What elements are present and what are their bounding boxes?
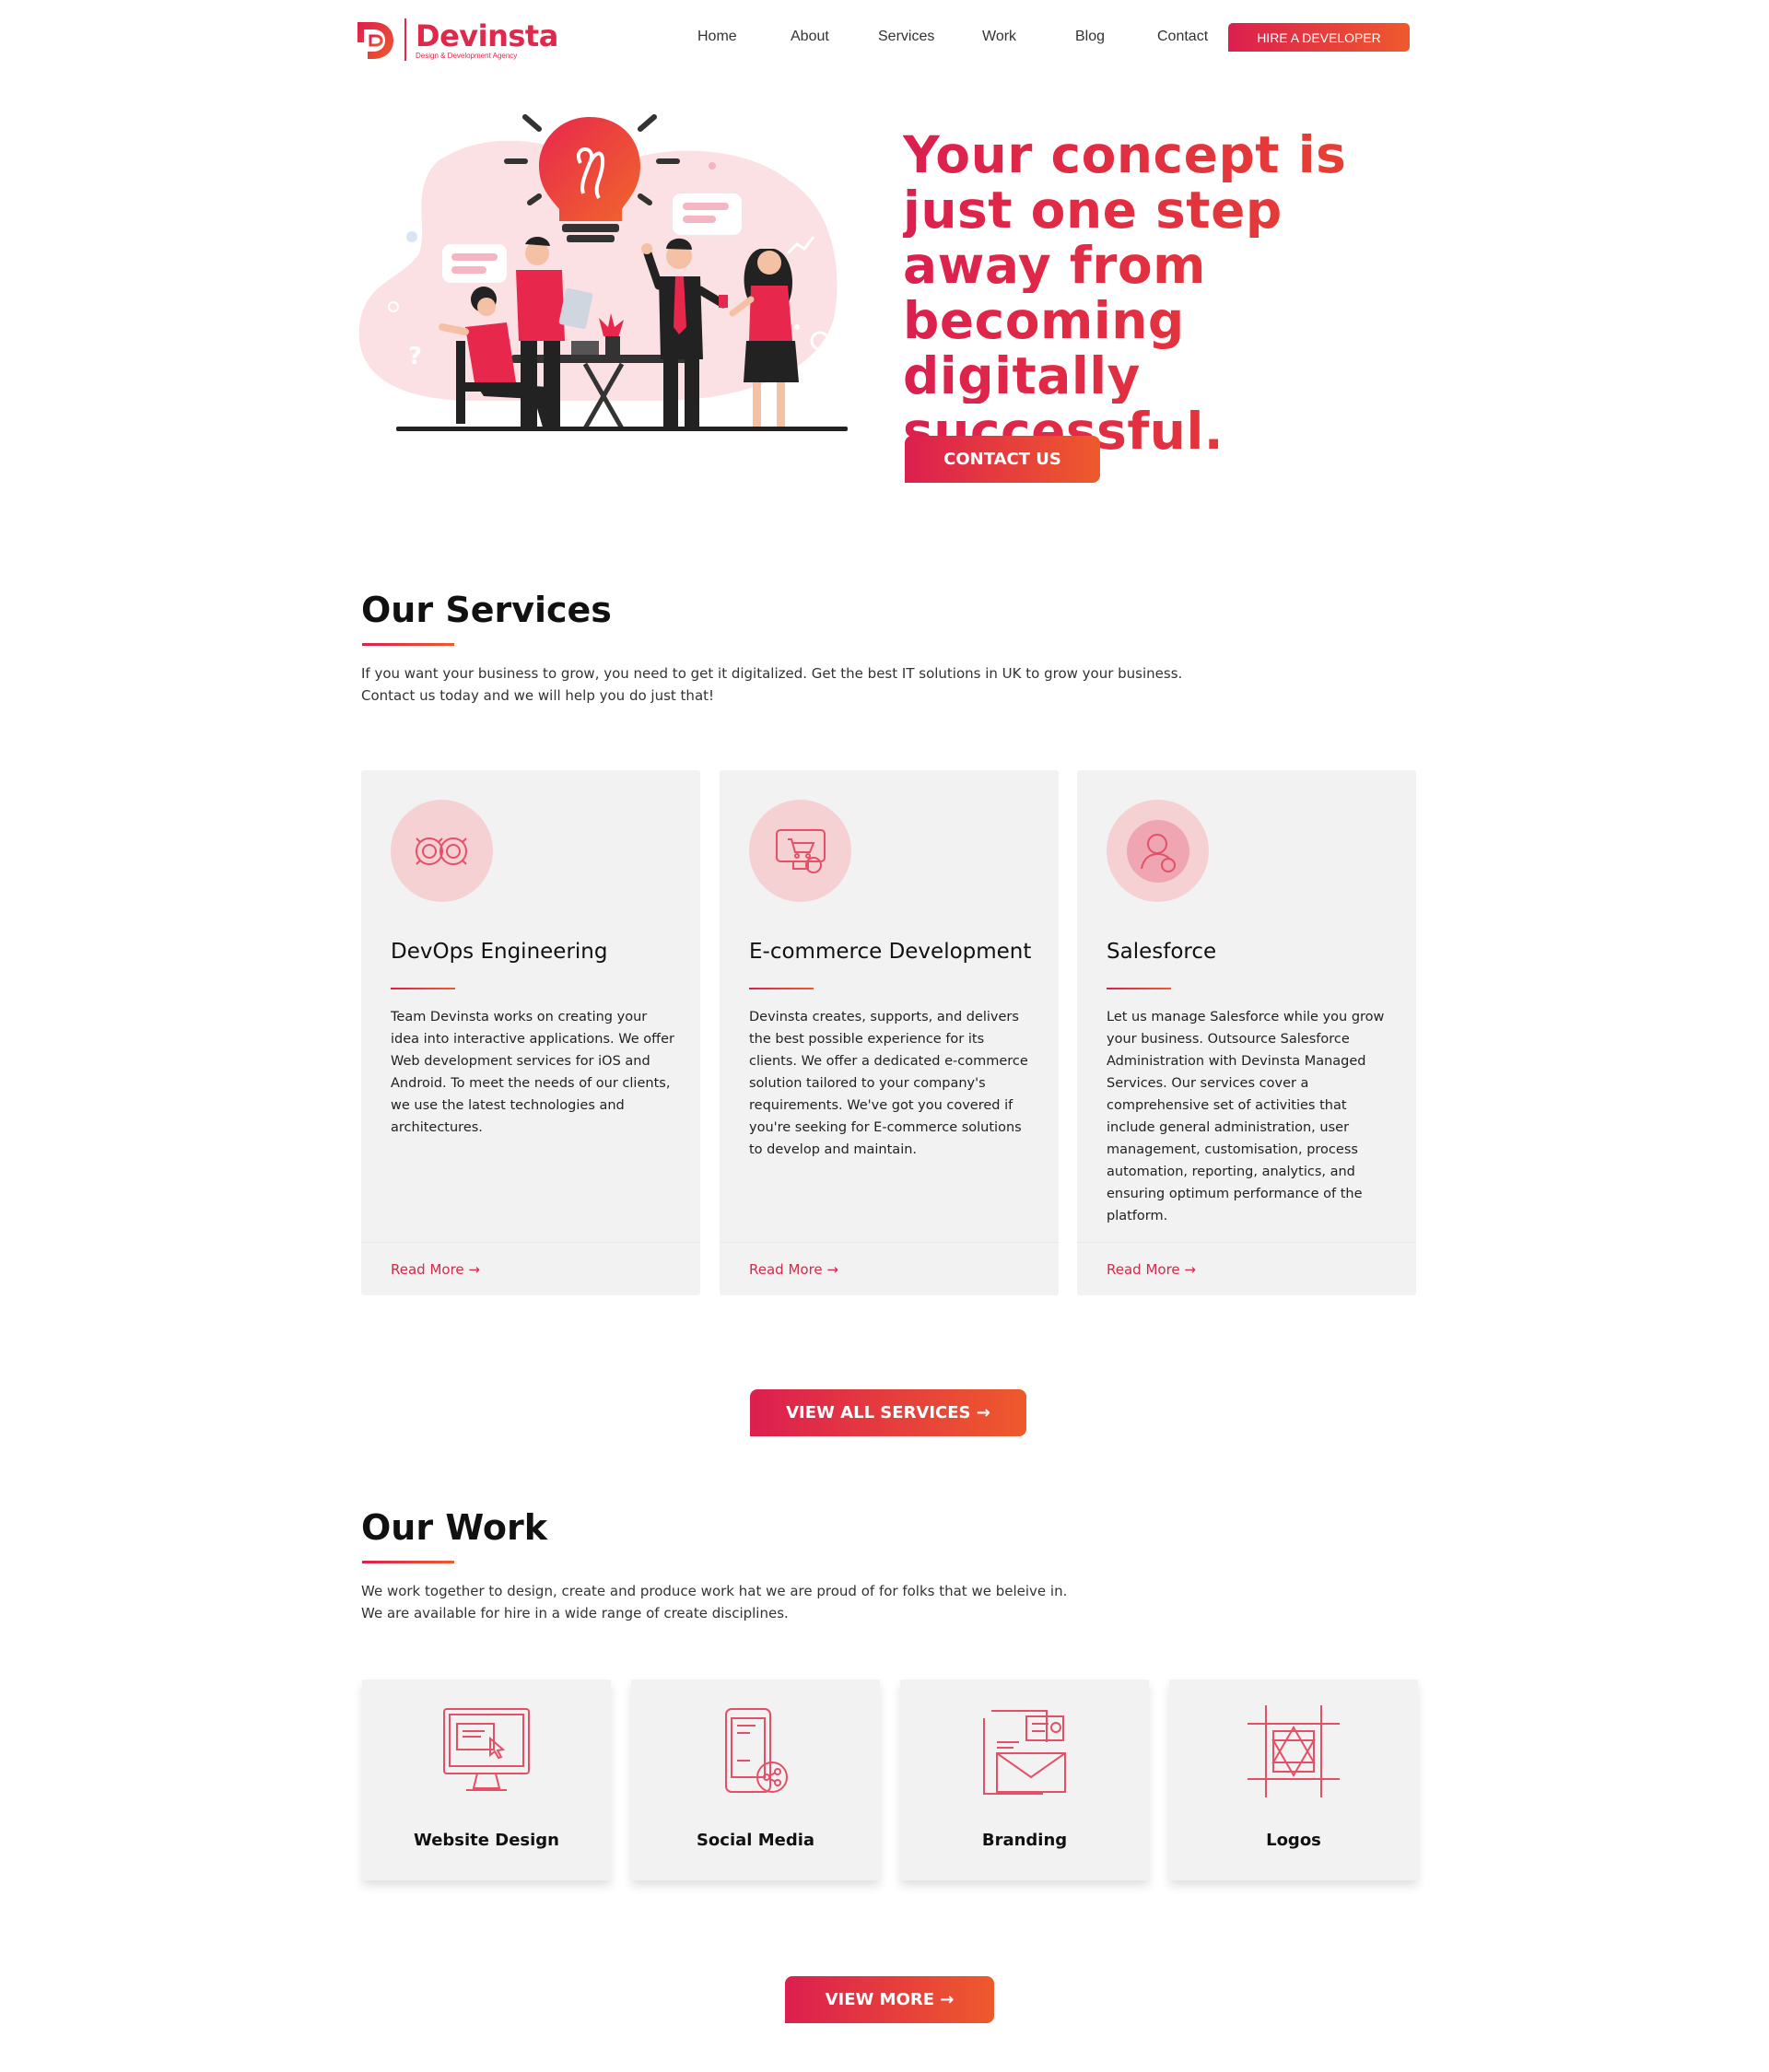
service-description: Team Devinsta works on creating your ide… bbox=[391, 1010, 675, 1135]
work-description-line: We are available for hire in a wide rang… bbox=[361, 1605, 789, 1621]
nav-about[interactable]: About bbox=[791, 29, 829, 45]
work-label: Branding bbox=[981, 1831, 1068, 1850]
hire-developer-button[interactable]: HIRE A DEVELOPER bbox=[1228, 23, 1410, 52]
work-title-underline bbox=[362, 1561, 454, 1563]
nav-work[interactable]: Work bbox=[982, 29, 1016, 45]
work-card-social-media[interactable]: Social Media bbox=[631, 1680, 880, 1880]
work-description-line: We work together to design, create and p… bbox=[361, 1583, 1068, 1599]
service-card-ecommerce: E-commerce Development Devinsta creates,… bbox=[720, 770, 1059, 1295]
service-card-devops: DevOps Engineering Team Devinsta works o… bbox=[361, 770, 700, 1295]
service-card-salesforce: Salesforce Let us manage Salesforce whil… bbox=[1077, 770, 1416, 1295]
work-label: Social Media bbox=[696, 1831, 815, 1850]
contact-us-button[interactable]: CONTACT US bbox=[905, 436, 1100, 483]
work-title: Our Work bbox=[361, 1507, 548, 1548]
nav-contact[interactable]: Contact bbox=[1157, 29, 1208, 45]
read-more-link[interactable]: Read More → bbox=[1107, 1261, 1196, 1278]
hero-title-line: just one step bbox=[903, 182, 1419, 238]
read-more-link[interactable]: Read More → bbox=[749, 1261, 838, 1278]
devops-icon bbox=[391, 800, 493, 902]
service-title: E-commerce Development bbox=[749, 940, 1032, 964]
site-header: Devinsta Design & Development Agency Hom… bbox=[0, 0, 1769, 78]
nav-home[interactable]: Home bbox=[697, 29, 737, 45]
hero-title-line: away from bbox=[903, 238, 1419, 293]
services-description-line: If you want your business to grow, you n… bbox=[361, 665, 1183, 682]
service-title-underline bbox=[749, 988, 814, 989]
services-description: If you want your business to grow, you n… bbox=[361, 662, 1190, 707]
service-card-footer: Read More → bbox=[1077, 1242, 1416, 1295]
brand-logo[interactable]: Devinsta Design & Development Agency bbox=[355, 17, 558, 63]
service-card-footer: Read More → bbox=[361, 1242, 700, 1295]
svg-text:?: ? bbox=[408, 343, 422, 370]
hero-title-line: Your concept is bbox=[903, 127, 1419, 182]
service-title: Salesforce bbox=[1107, 940, 1217, 964]
work-card-branding[interactable]: Branding bbox=[900, 1680, 1149, 1880]
logo-text: Devinsta Design & Development Agency bbox=[416, 20, 558, 60]
brand-name: Devinsta bbox=[416, 18, 558, 53]
view-more-button[interactable]: VIEW MORE → bbox=[785, 1976, 994, 2023]
logo-grid-icon bbox=[1248, 1705, 1340, 1797]
service-title-underline bbox=[1107, 988, 1171, 989]
hero-title: Your concept is just one step away from … bbox=[903, 127, 1419, 459]
work-card-website-design[interactable]: Website Design bbox=[362, 1680, 611, 1880]
service-description: Let us manage Salesforce while you grow … bbox=[1107, 1010, 1385, 1223]
read-more-link[interactable]: Read More → bbox=[391, 1261, 480, 1278]
devinsta-logo-icon bbox=[357, 22, 393, 59]
work-description: We work together to design, create and p… bbox=[361, 1580, 1190, 1624]
salesforce-icon bbox=[1107, 800, 1209, 902]
services-description-line: Contact us today and we will help you do… bbox=[361, 687, 715, 704]
service-description: Devinsta creates, supports, and delivers… bbox=[749, 1010, 1028, 1157]
branding-envelope-icon bbox=[983, 1710, 1066, 1795]
service-title: DevOps Engineering bbox=[391, 940, 608, 964]
hero-team-illustration: ? bbox=[358, 114, 848, 431]
nav-blog[interactable]: Blog bbox=[1075, 29, 1105, 45]
logo-divider bbox=[404, 18, 406, 61]
monitor-design-icon bbox=[443, 1708, 530, 1791]
work-label: Logos bbox=[1266, 1831, 1321, 1850]
service-card-footer: Read More → bbox=[720, 1242, 1059, 1295]
social-phone-icon bbox=[725, 1708, 788, 1793]
hero-title-line: becoming digitally bbox=[903, 293, 1419, 404]
work-label: Website Design bbox=[413, 1831, 559, 1850]
services-title-underline bbox=[362, 643, 454, 646]
service-title-underline bbox=[391, 988, 455, 989]
work-card-logos[interactable]: Logos bbox=[1169, 1680, 1418, 1880]
view-all-services-button[interactable]: VIEW ALL SERVICES → bbox=[750, 1389, 1026, 1436]
nav-services[interactable]: Services bbox=[878, 29, 934, 45]
ecommerce-icon bbox=[749, 800, 851, 902]
services-title: Our Services bbox=[361, 590, 612, 630]
